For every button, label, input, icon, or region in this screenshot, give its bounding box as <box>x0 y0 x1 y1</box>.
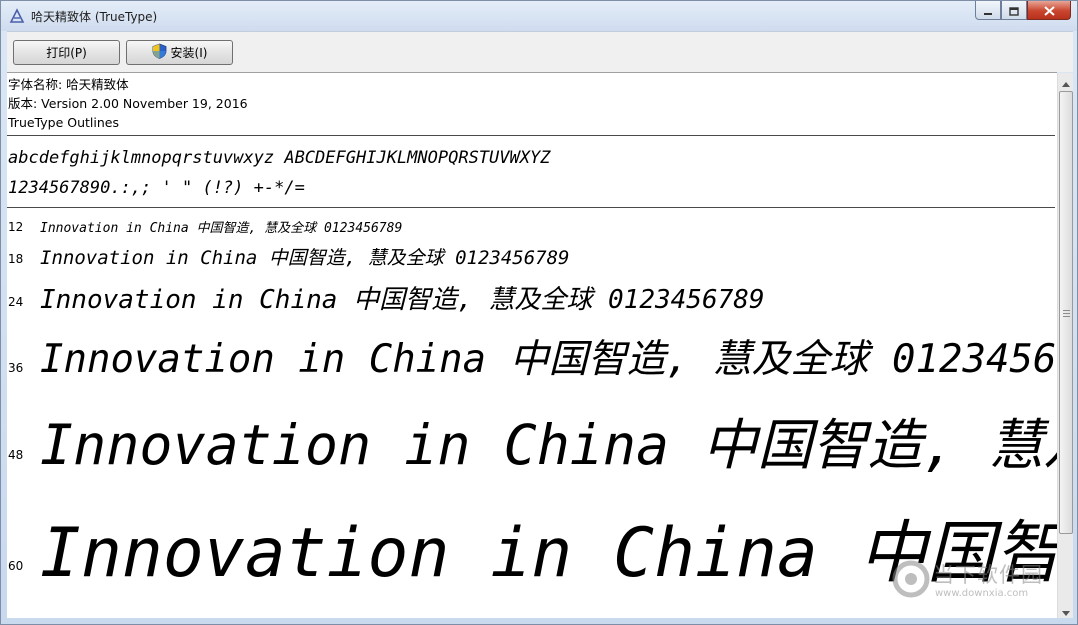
preview-text: Innovation in China 中国智造, 慧及全球 012345678… <box>40 247 570 269</box>
separator <box>7 207 1055 208</box>
title-bar[interactable]: 哈天精致体 (TrueType) <box>1 1 1077 31</box>
window-title: 哈天精致体 (TrueType) <box>31 10 158 24</box>
maximize-button[interactable] <box>1001 1 1027 20</box>
minimize-button[interactable] <box>975 1 1001 20</box>
font-preview-area[interactable]: 字体名称: 哈天精致体 版本: Version 2.00 November 19… <box>7 72 1057 618</box>
print-button-label: 打印(P) <box>46 46 87 60</box>
font-viewer-window: 哈天精致体 (TrueType) 打印(P) 安装(I) 字体名称: 哈天精致体… <box>0 0 1078 625</box>
font-file-icon <box>9 8 25 24</box>
size-label: 12 <box>8 220 24 234</box>
size-label: 24 <box>8 295 24 309</box>
watermark-logo-icon <box>891 559 931 599</box>
preview-text: Innovation in China 中国智造, 慧及全球 012345678… <box>40 337 1057 382</box>
uac-shield-icon <box>152 43 167 62</box>
preview-text: Innovation in China 中国智造, 慧及全球 012345678… <box>40 221 403 236</box>
watermark-text: 当下软件园 <box>933 563 1043 587</box>
grip-line <box>1063 316 1070 317</box>
print-button[interactable]: 打印(P) <box>13 40 120 65</box>
preview-text: Innovation in China 中国智造, 慧及全球 012345678… <box>40 285 765 315</box>
arrow-up-icon <box>1062 72 1070 91</box>
size-label: 36 <box>8 361 24 375</box>
caption-buttons <box>975 1 1071 21</box>
minimize-icon <box>983 1 993 20</box>
font-version-line: 版本: Version 2.00 November 19, 2016 <box>8 96 248 111</box>
install-button[interactable]: 安装(I) <box>126 40 233 65</box>
size-label: 60 <box>8 559 24 573</box>
watermark-url: www.downxia.com <box>935 588 1029 599</box>
close-button[interactable] <box>1027 1 1071 20</box>
arrow-down-icon <box>1062 601 1070 620</box>
grip-line <box>1063 310 1070 311</box>
grip-line <box>1063 313 1070 314</box>
scroll-up-button[interactable] <box>1058 73 1074 89</box>
vertical-scrollbar[interactable] <box>1057 73 1073 618</box>
close-icon <box>1043 1 1055 20</box>
install-button-label: 安装(I) <box>170 46 208 60</box>
charset-line-symbols: 1234567890.:,; ' " (!?) +-*/= <box>8 178 305 198</box>
separator <box>7 135 1055 136</box>
toolbar: 打印(P) 安装(I) <box>7 31 1073 72</box>
scroll-thumb[interactable] <box>1059 91 1073 534</box>
font-info: 字体名称: 哈天精致体 版本: Version 2.00 November 19… <box>8 75 248 132</box>
size-label: 18 <box>8 252 24 266</box>
charset-line-letters: abcdefghijklmnopqrstuvwxyz ABCDEFGHIJKLM… <box>8 148 551 168</box>
font-name-line: 字体名称: 哈天精致体 <box>8 77 129 92</box>
size-label: 48 <box>8 448 24 462</box>
maximize-icon <box>1009 1 1019 20</box>
watermark: 当下软件园 www.downxia.com <box>891 557 1061 605</box>
preview-text: Innovation in China 中国智造, 慧及全球 012345678… <box>40 413 1057 477</box>
font-type-line: TrueType Outlines <box>8 115 119 130</box>
